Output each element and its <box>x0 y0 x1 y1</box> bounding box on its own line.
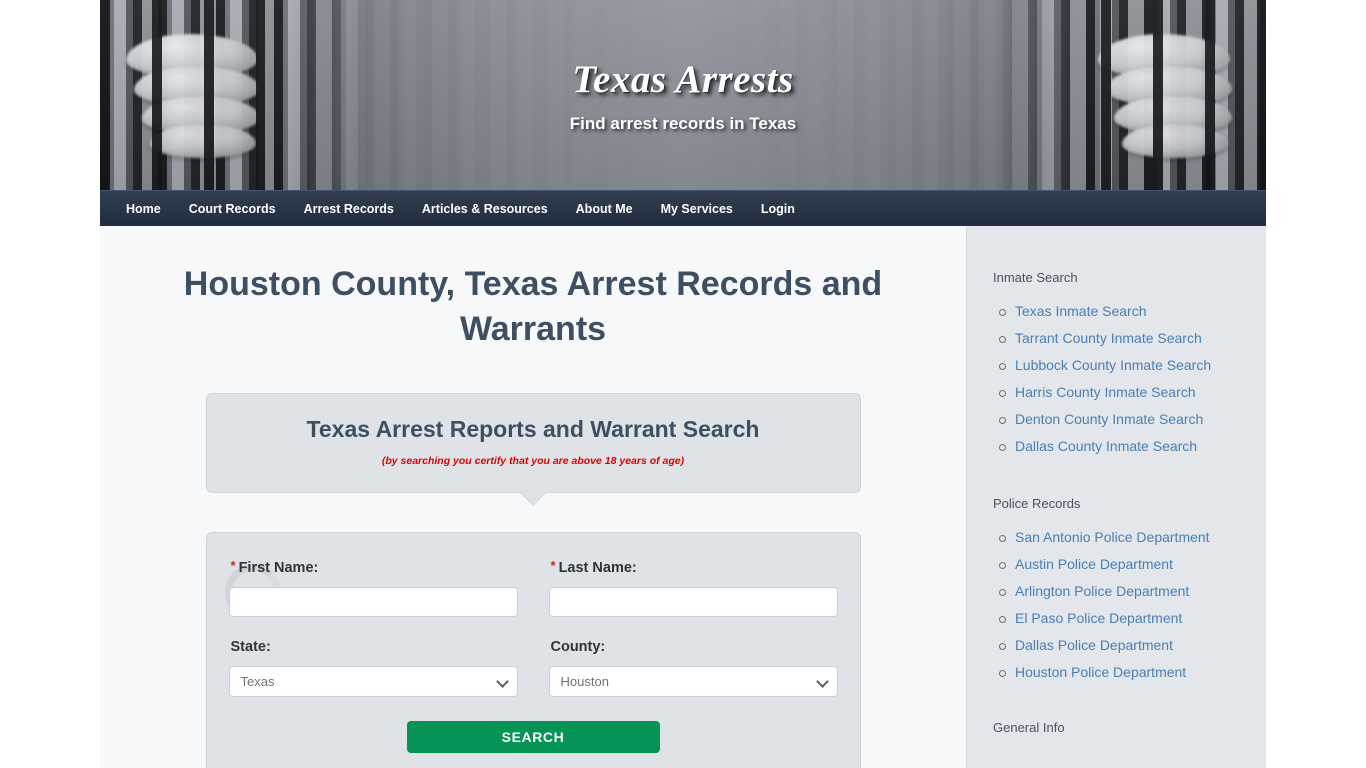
list-item: Austin Police Department <box>999 555 1248 574</box>
sidebar-link-arlington-police-department[interactable]: Arlington Police Department <box>1015 583 1189 599</box>
page-root: Texas Arrests Find arrest records in Tex… <box>0 0 1366 768</box>
search-button-row: SEARCH <box>229 721 838 753</box>
nav-item-login[interactable]: Login <box>747 192 809 226</box>
banner-text-group: Texas Arrests Find arrest records in Tex… <box>100 0 1266 134</box>
first-name-input[interactable] <box>228 587 518 617</box>
sidebar-list-inmate-search: Texas Inmate Search Tarrant County Inmat… <box>993 302 1248 456</box>
nav-item-my-services[interactable]: My Services <box>647 192 747 226</box>
list-item: Houston Police Department <box>999 663 1248 682</box>
sidebar-link-el-paso-police-department[interactable]: El Paso Police Department <box>1015 610 1182 626</box>
nav-item-court-records[interactable]: Court Records <box>175 192 290 226</box>
main-navigation: Home Court Records Arrest Records Articl… <box>100 190 1266 226</box>
first-name-label-text: First Name: <box>238 560 319 576</box>
county-select[interactable]: Houston <box>548 666 838 697</box>
sidebar-link-dallas-police-department[interactable]: Dallas Police Department <box>1015 637 1173 653</box>
form-row-location: State: Texas County: Houston <box>228 630 838 697</box>
state-select[interactable]: Texas <box>228 666 518 697</box>
search-button[interactable]: SEARCH <box>406 721 660 753</box>
sidebar-widget-general-info: General Info <box>967 720 1266 736</box>
form-row-names: * First Name: * Last Name: <box>228 549 838 617</box>
sidebar-link-texas-inmate-search[interactable]: Texas Inmate Search <box>1015 303 1147 319</box>
sidebar-widget-inmate-search: Inmate Search Texas Inmate Search Tarran… <box>967 270 1266 456</box>
state-label: State: <box>230 639 271 655</box>
sidebar-widget-police-records: Police Records San Antonio Police Depart… <box>967 496 1266 682</box>
list-item: Arlington Police Department <box>999 582 1248 601</box>
site-tagline: Find arrest records in Texas <box>569 114 797 133</box>
county-field-group: County: Houston <box>548 630 838 697</box>
nav-item-arrest-records[interactable]: Arrest Records <box>290 192 408 226</box>
county-select-wrap: Houston <box>548 666 838 697</box>
list-item: Texas Inmate Search <box>999 302 1248 321</box>
last-name-field-group: * Last Name: <box>548 549 838 617</box>
list-item: Tarrant County Inmate Search <box>999 329 1248 348</box>
search-callout-title: Texas Arrest Reports and Warrant Search <box>306 416 760 442</box>
last-name-input[interactable] <box>548 587 838 617</box>
sidebar-link-denton-county-inmate-search[interactable]: Denton County Inmate Search <box>1015 411 1203 427</box>
list-item: Dallas Police Department <box>999 636 1248 655</box>
first-name-label: * First Name: <box>231 557 518 577</box>
state-select-wrap: Texas <box>228 666 518 697</box>
first-name-field-group: * First Name: <box>228 549 518 617</box>
sidebar-link-houston-police-department[interactable]: Houston Police Department <box>1015 664 1186 680</box>
list-item: Lubbock County Inmate Search <box>999 356 1248 375</box>
search-callout-panel: Texas Arrest Reports and Warrant Search … <box>205 393 861 506</box>
sidebar-widget-title-police-records: Police Records <box>993 496 1081 511</box>
nav-item-articles-resources[interactable]: Articles & Resources <box>408 192 562 226</box>
last-name-label-text: Last Name: <box>558 560 637 576</box>
sidebar: Inmate Search Texas Inmate Search Tarran… <box>966 226 1266 768</box>
sidebar-link-harris-county-inmate-search[interactable]: Harris County Inmate Search <box>1015 384 1196 400</box>
sidebar-widget-title-general-info: General Info <box>993 720 1065 735</box>
page-title: Houston County, Texas Arrest Records and… <box>183 265 883 348</box>
list-item: San Antonio Police Department <box>999 528 1248 547</box>
site-title: Texas Arrests <box>572 58 794 101</box>
main-content-column: Houston County, Texas Arrest Records and… <box>100 226 966 768</box>
state-field-group: State: Texas <box>228 630 518 697</box>
search-callout-subtitle: (by searching you certify that you are a… <box>381 455 685 467</box>
list-item: Dallas County Inmate Search <box>999 437 1248 456</box>
site-header-banner: Texas Arrests Find arrest records in Tex… <box>100 0 1266 190</box>
sidebar-link-austin-police-department[interactable]: Austin Police Department <box>1015 556 1173 572</box>
sidebar-link-lubbock-county-inmate-search[interactable]: Lubbock County Inmate Search <box>1015 357 1211 373</box>
sidebar-list-police-records: San Antonio Police Department Austin Pol… <box>993 528 1248 682</box>
list-item: Denton County Inmate Search <box>999 410 1248 429</box>
list-item: El Paso Police Department <box>999 609 1248 628</box>
content-wrapper: Houston County, Texas Arrest Records and… <box>100 226 1266 768</box>
sidebar-link-san-antonio-police-department[interactable]: San Antonio Police Department <box>1015 529 1210 545</box>
nav-item-home[interactable]: Home <box>112 192 175 226</box>
required-asterisk-last-name: * <box>550 558 556 573</box>
sidebar-widget-title-inmate-search: Inmate Search <box>993 270 1078 285</box>
last-name-label: * Last Name: <box>551 557 838 577</box>
sidebar-link-tarrant-county-inmate-search[interactable]: Tarrant County Inmate Search <box>1015 330 1202 346</box>
nav-item-about-me[interactable]: About Me <box>562 192 647 226</box>
county-label: County: <box>550 639 606 655</box>
arrest-search-form: * First Name: * Last Name: State: Texas … <box>205 532 861 768</box>
required-asterisk-first-name: * <box>230 558 236 573</box>
sidebar-link-dallas-county-inmate-search[interactable]: Dallas County Inmate Search <box>1015 438 1197 454</box>
list-item: Harris County Inmate Search <box>999 383 1248 402</box>
